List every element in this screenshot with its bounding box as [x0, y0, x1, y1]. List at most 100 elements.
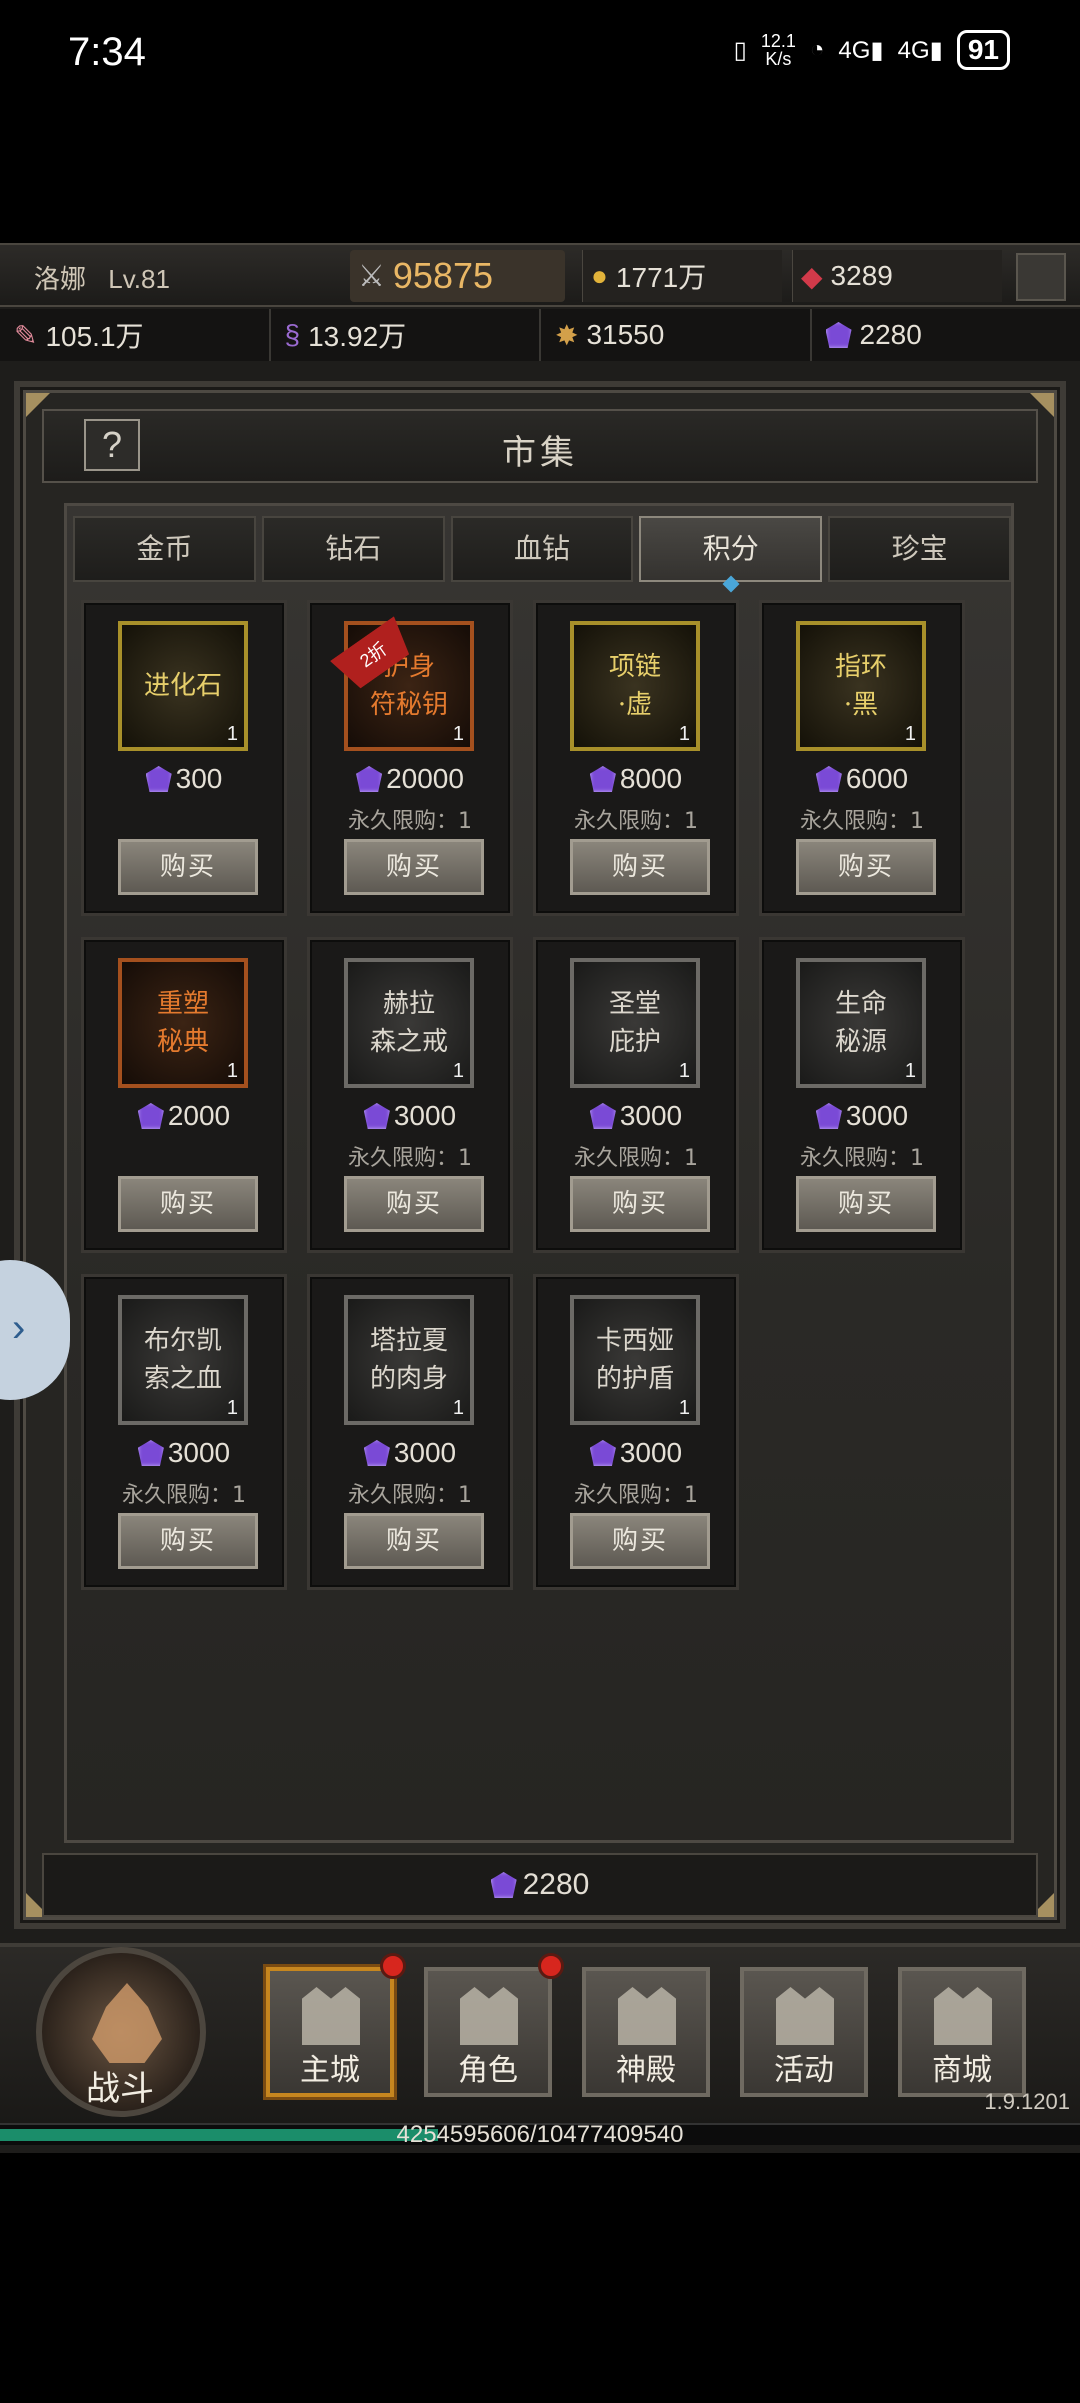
tab-blood-diamond[interactable]: 血钻: [450, 516, 634, 582]
clock: 7:34: [68, 30, 146, 74]
shop-item-card: 圣堂 庇护 1 3000 永久限购：1 购买: [533, 937, 739, 1253]
buy-button[interactable]: 购买: [344, 839, 484, 895]
shop-item-card: 塔拉夏 的肉身 1 3000 永久限购：1 购买: [307, 1274, 513, 1590]
diamond-icon: [934, 1987, 992, 2045]
buy-button[interactable]: 购买: [570, 1513, 710, 1569]
purple-gem-icon: [137, 1440, 164, 1466]
menu-button[interactable]: [1016, 253, 1066, 301]
buy-button[interactable]: 购买: [344, 1176, 484, 1232]
battle-label: 战斗: [86, 2069, 154, 2109]
notification-dot: [538, 1953, 564, 1979]
castle-icon: [302, 1987, 360, 2045]
crossed-swords-icon: ⚔: [358, 258, 385, 294]
battle-button[interactable]: 战斗: [36, 1947, 206, 2117]
page-title: 市集: [502, 433, 578, 473]
purple-gem-icon: [589, 1440, 616, 1466]
item-icon[interactable]: 生命 秘源 1: [796, 958, 926, 1088]
shop-item-card: 卡西娅 的护盾 1 3000 永久限购：1 购买: [533, 1274, 739, 1590]
shop-item-card: 布尔凯 索之血 1 3000 永久限购：1 购买: [81, 1274, 287, 1590]
item-icon[interactable]: 布尔凯 索之血 1: [118, 1295, 248, 1425]
item-name: 赫拉 森之戒: [369, 989, 448, 1057]
nav-label: 活动: [774, 2053, 834, 2088]
buy-button[interactable]: 购买: [570, 1176, 710, 1232]
item-icon[interactable]: 圣堂 庇护 1: [570, 958, 700, 1088]
purple-gem-icon: [137, 1103, 164, 1129]
points-balance-value: 2280: [522, 1868, 590, 1901]
item-icon[interactable]: 赫拉 森之戒 1: [344, 958, 474, 1088]
purple-gem-icon: [589, 766, 616, 792]
item-icon[interactable]: 指环 ·黑 1: [796, 621, 926, 751]
item-name: 塔拉夏 的肉身: [369, 1326, 448, 1394]
market-panel: ? 市集 金币 钻石 血钻 积分 珍宝 进化石 1 300 购买 护身 符秘钥 1 2折 20…: [14, 381, 1066, 1929]
purple-gem-icon: [363, 1103, 390, 1129]
tab-gold[interactable]: 金币: [73, 516, 256, 582]
item-price-value: 3000: [845, 1100, 909, 1131]
item-price-value: 3000: [393, 1437, 457, 1468]
buy-button[interactable]: 购买: [118, 1513, 258, 1569]
buy-button[interactable]: 购买: [570, 839, 710, 895]
purple-gem-icon: [145, 766, 172, 792]
nav-label: 商城: [932, 2053, 992, 2088]
item-price: 8000: [536, 763, 736, 795]
item-price: 3000: [762, 1100, 962, 1132]
nav-button-4[interactable]: 活动: [740, 1967, 868, 2097]
combat-power: ⚔ 95875: [350, 250, 565, 302]
purchase-limit: 永久限购：1: [800, 1146, 924, 1171]
buy-button[interactable]: 购买: [796, 839, 936, 895]
nav-button-5[interactable]: 商城: [898, 1967, 1026, 2097]
buy-button[interactable]: 购买: [344, 1513, 484, 1569]
tab-treasure[interactable]: 珍宝: [828, 516, 1011, 582]
shop-item-card: 项链 ·虚 1 8000 永久限购：1 购买: [533, 600, 739, 916]
item-quantity: 1: [678, 1397, 690, 1419]
item-icon[interactable]: 重塑 秘典 1: [118, 958, 248, 1088]
item-price: 3000: [310, 1437, 510, 1469]
item-price: 300: [84, 763, 284, 795]
gold-balance[interactable]: ● 1771万: [582, 250, 782, 302]
nav-button-1[interactable]: 主城: [266, 1953, 406, 2097]
item-icon[interactable]: 卡西娅 的护盾 1: [570, 1295, 700, 1425]
nav-button-3[interactable]: 神殿: [582, 1967, 710, 2097]
purchase-limit: 永久限购：1: [574, 809, 698, 834]
gold-coins-plus-icon: ●: [591, 260, 608, 291]
nav-button-2[interactable]: 角色: [424, 1953, 564, 2097]
diamond-balance[interactable]: ◆ 3289: [792, 250, 1002, 302]
status-bar: 7:34 ▯ 12.1 K/s ◔ 4G▮ 4G▮ 91: [0, 0, 1080, 110]
gold-value: 1771万: [615, 262, 707, 293]
item-price: 6000: [762, 763, 962, 795]
tab-points[interactable]: 积分: [639, 516, 823, 582]
player-name: 洛娜: [34, 265, 87, 295]
vibrate-icon: ▯: [733, 36, 747, 64]
buy-button[interactable]: 购买: [118, 1176, 258, 1232]
purple-gem-icon: [356, 766, 383, 792]
tab-diamond[interactable]: 钻石: [261, 516, 445, 582]
diamond-value: 3289: [830, 260, 893, 291]
purchase-limit: 永久限购：1: [574, 1146, 698, 1171]
resource-scroll: ✎ 105.1万: [0, 309, 271, 361]
combat-power-value: 95875: [392, 255, 494, 296]
item-price-value: 20000: [386, 763, 464, 794]
item-price: 3000: [310, 1100, 510, 1132]
purple-gem-icon: [825, 322, 852, 348]
version-label: 1.9.1201: [984, 2089, 1070, 2114]
status-icons: ▯ 12.1 K/s ◔ 4G▮ 4G▮ 91: [734, 30, 1010, 70]
chevron-right-icon: ›: [12, 1306, 26, 1350]
buy-button[interactable]: 购买: [118, 839, 258, 895]
shop-item-card: 护身 符秘钥 1 2折 20000 永久限购：1 购买: [307, 600, 513, 916]
item-name: 重塑 秘典: [156, 989, 209, 1057]
bottom-nav: 战斗 主城 角色 神殿 活动 商城 1.9.1201: [0, 1943, 1080, 2123]
nav-label: 主城: [300, 2053, 360, 2088]
item-icon[interactable]: 塔拉夏 的肉身 1: [344, 1295, 474, 1425]
buy-button[interactable]: 购买: [796, 1176, 936, 1232]
purchase-limit: 永久限购：1: [348, 809, 472, 834]
item-icon[interactable]: 项链 ·虚 1: [570, 621, 700, 751]
player-level: Lv.81: [108, 264, 170, 294]
item-name: 卡西娅 的护盾: [595, 1326, 674, 1394]
item-icon[interactable]: 进化石 1: [118, 621, 248, 751]
item-quantity: 1: [904, 1060, 916, 1082]
item-name: 圣堂 庇护: [608, 989, 661, 1057]
item-name: 项链 ·虚: [608, 652, 661, 720]
item-quantity: 1: [226, 723, 238, 745]
item-quantity: 1: [904, 723, 916, 745]
nav-label: 神殿: [616, 2053, 676, 2088]
player-name-level[interactable]: 洛娜 Lv.81: [34, 259, 170, 296]
